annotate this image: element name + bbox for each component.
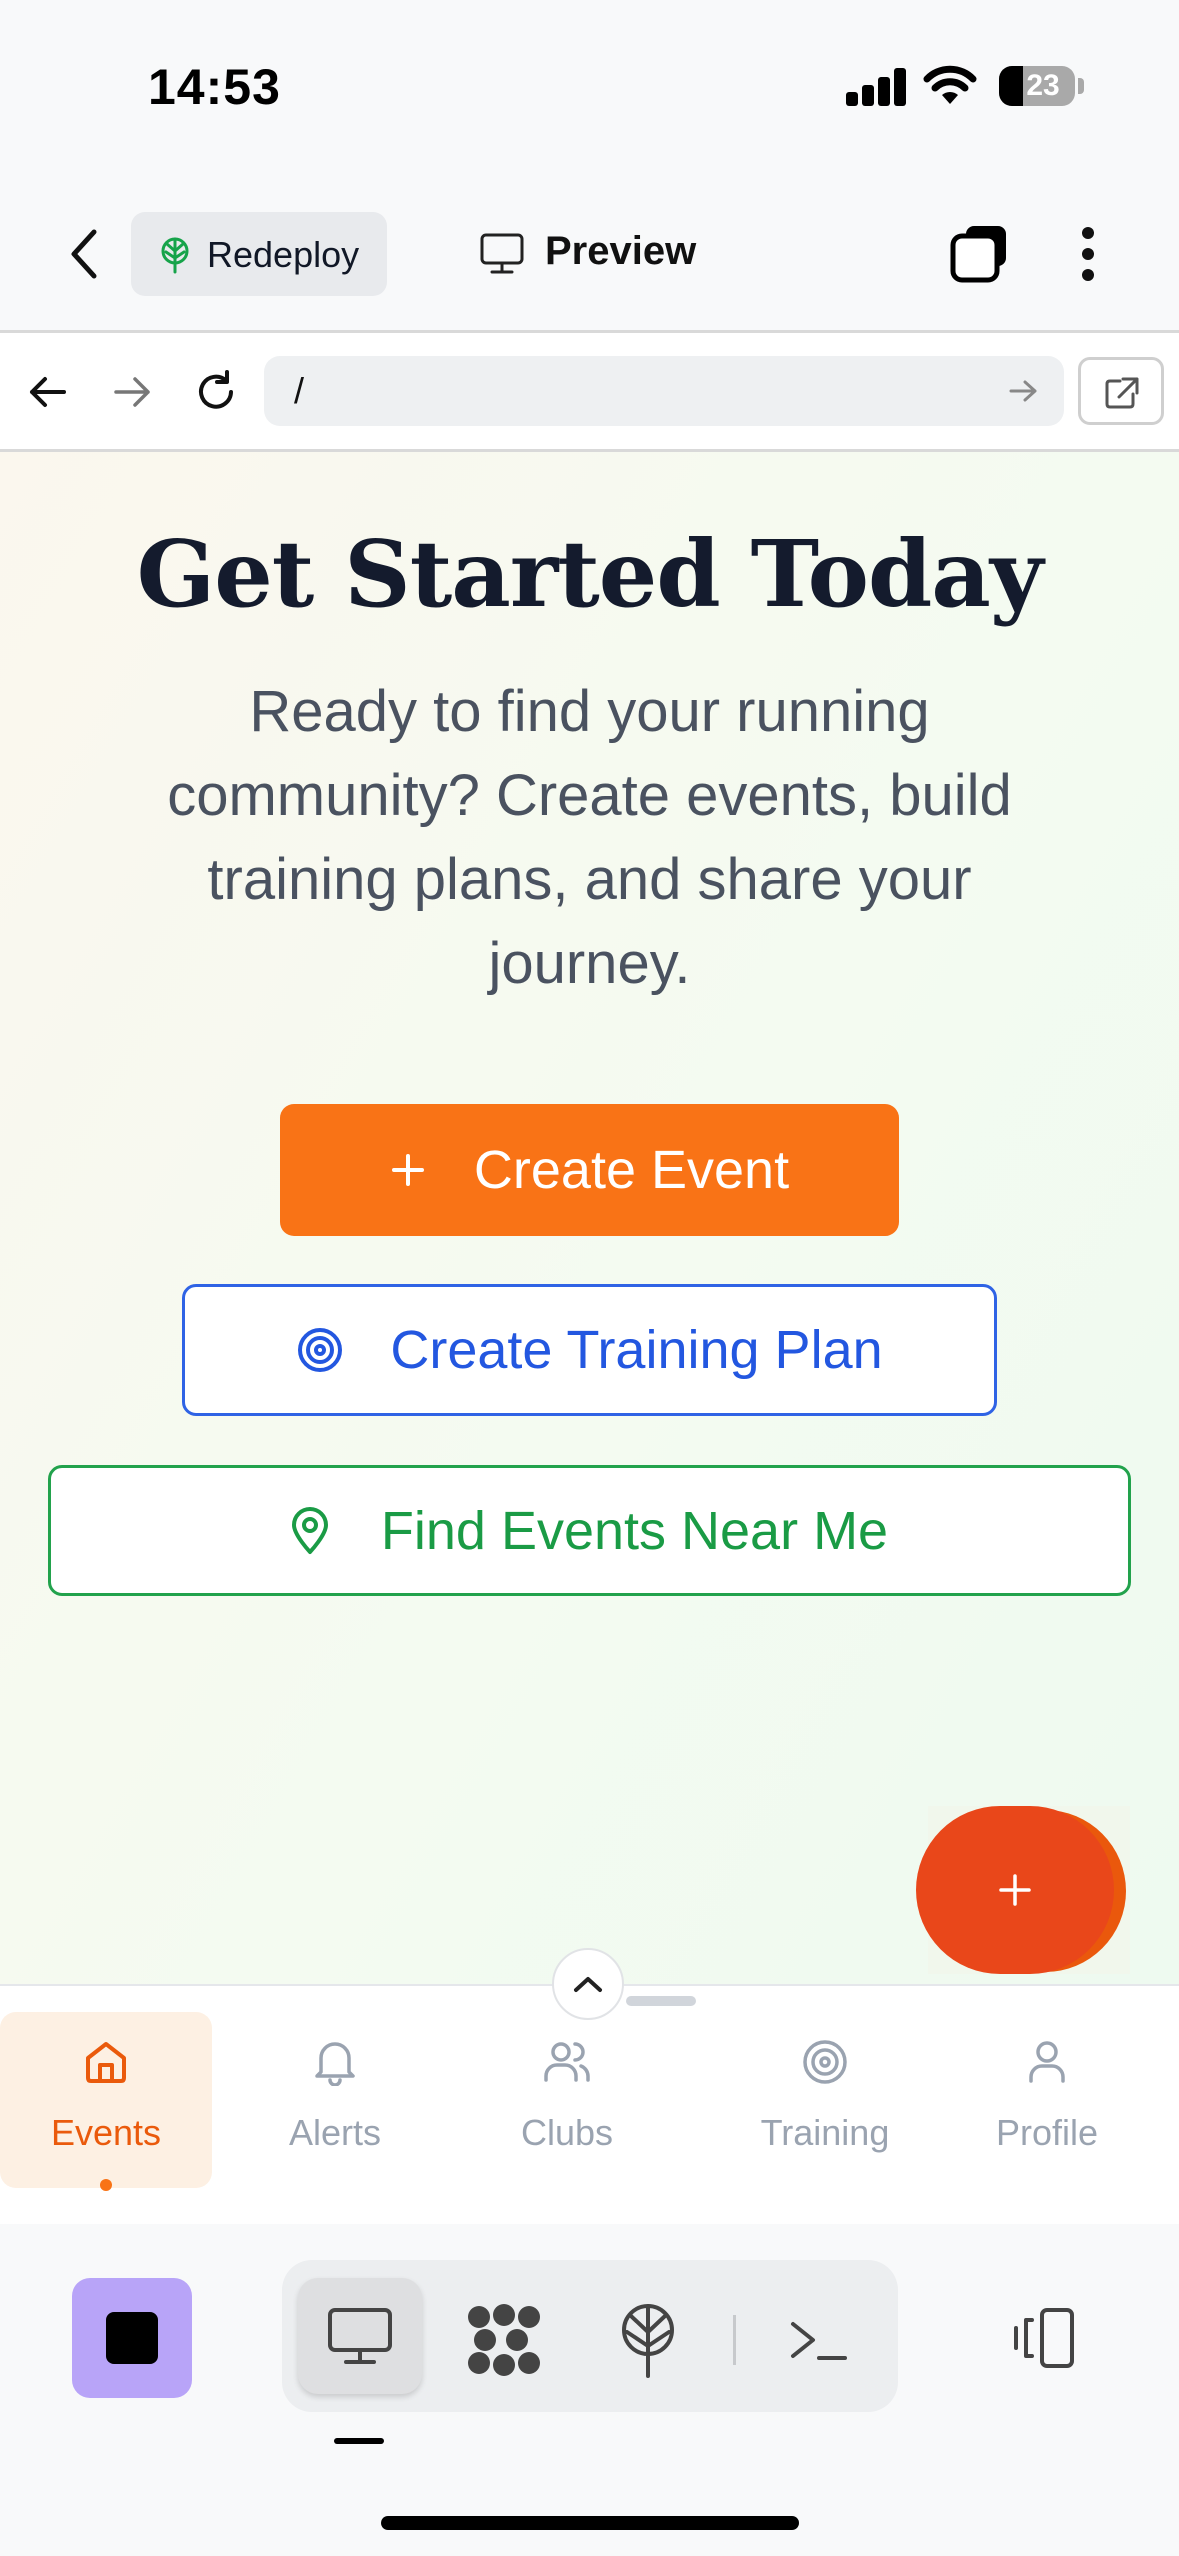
mode-apps-button[interactable] xyxy=(454,2290,554,2390)
find-events-near-me-button[interactable]: Find Events Near Me xyxy=(48,1465,1131,1596)
create-training-plan-button[interactable]: Create Training Plan xyxy=(182,1284,997,1416)
tab-profile[interactable]: Profile xyxy=(952,2012,1142,2188)
reload-button[interactable] xyxy=(186,362,246,422)
page-title: Get Started Today xyxy=(136,520,1044,628)
url-text: / xyxy=(294,370,305,411)
tab-label: Alerts xyxy=(288,2112,382,2153)
stop-icon xyxy=(106,2312,158,2364)
user-icon xyxy=(1026,2032,1068,2092)
preview-label: Preview xyxy=(545,229,697,273)
tab-label: Profile xyxy=(995,2112,1099,2153)
find-events-label: Find Events Near Me xyxy=(380,1500,889,1561)
arrow-left-icon xyxy=(30,377,66,407)
tab-alerts[interactable]: Alerts xyxy=(240,2012,430,2188)
arrow-right-icon xyxy=(114,377,150,407)
apps-icon xyxy=(468,2304,540,2376)
back-button[interactable] xyxy=(50,222,120,286)
redeploy-button[interactable]: Redeploy xyxy=(131,212,387,296)
page-subtitle: Ready to find your running community? Cr… xyxy=(167,679,1012,996)
chevron-left-icon xyxy=(71,229,97,279)
stop-button[interactable] xyxy=(72,2278,192,2398)
desktop-icon xyxy=(328,2308,392,2364)
map-pin-icon xyxy=(291,1506,329,1555)
home-indicator xyxy=(381,2516,799,2530)
plus-icon xyxy=(390,1152,426,1188)
users-icon xyxy=(541,2032,593,2092)
battery-tip xyxy=(1078,78,1084,94)
status-time: 14:53 xyxy=(148,59,281,115)
browser-forward-button[interactable] xyxy=(102,364,162,420)
browser-back-button[interactable] xyxy=(18,364,78,420)
cellular-signal-icon xyxy=(846,68,906,106)
drag-handle[interactable] xyxy=(626,1996,696,2006)
target-icon xyxy=(801,2032,849,2092)
tab-label: Clubs xyxy=(520,2112,614,2153)
tab-label: Training xyxy=(760,2112,890,2153)
tab-training[interactable]: Training xyxy=(730,2012,920,2188)
target-icon xyxy=(296,1326,344,1374)
battery-icon: 23 xyxy=(999,66,1075,106)
battery-level: 23 xyxy=(1026,69,1060,102)
tabs-switcher-button[interactable] xyxy=(944,218,1016,290)
reload-icon xyxy=(199,370,233,409)
url-input[interactable]: / xyxy=(264,356,1064,426)
mode-divider xyxy=(733,2315,736,2365)
deploy-icon xyxy=(622,2304,674,2378)
open-external-button[interactable] xyxy=(1078,357,1164,425)
device-frame-icon xyxy=(1014,2308,1074,2368)
bell-icon xyxy=(312,2032,358,2092)
plus-icon xyxy=(999,1874,1031,1906)
chevron-up-icon xyxy=(574,1977,602,1992)
create-training-plan-label: Create Training Plan xyxy=(390,1320,883,1380)
more-options-button[interactable] xyxy=(1066,218,1110,290)
tab-label: Events xyxy=(50,2112,162,2153)
home-icon xyxy=(82,2032,130,2092)
fab-add-button[interactable] xyxy=(916,1806,1114,1974)
wifi-icon xyxy=(923,65,977,104)
collapse-toggle-button[interactable] xyxy=(552,1948,624,2020)
external-link-icon xyxy=(1105,377,1139,409)
tab-clubs[interactable]: Clubs xyxy=(472,2012,662,2188)
tree-deploy-icon xyxy=(161,237,189,274)
terminal-icon xyxy=(791,2322,847,2360)
go-arrow-icon[interactable] xyxy=(1008,378,1038,404)
mode-terminal-button[interactable] xyxy=(768,2290,868,2390)
create-event-button[interactable]: Create Event xyxy=(280,1104,899,1236)
vertical-dots-icon xyxy=(1082,227,1094,281)
mode-deploy-button[interactable] xyxy=(598,2290,698,2390)
active-mode-indicator xyxy=(334,2438,384,2444)
device-layout-button[interactable] xyxy=(1002,2296,1086,2380)
monitor-icon xyxy=(480,233,524,274)
stacked-squares-icon xyxy=(950,226,1006,283)
create-event-label: Create Event xyxy=(473,1140,790,1200)
tab-events[interactable]: Events xyxy=(0,2012,212,2188)
redeploy-label: Redeploy xyxy=(207,234,360,275)
active-tab-indicator xyxy=(100,2179,112,2191)
